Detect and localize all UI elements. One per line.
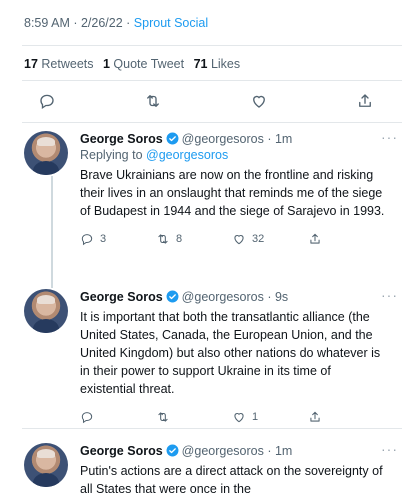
more-options-icon[interactable]: ··· bbox=[381, 129, 398, 145]
thread-connector-line bbox=[51, 176, 53, 288]
like-button[interactable]: 32 bbox=[232, 232, 308, 246]
tweet-text: It is important that both the transatlan… bbox=[80, 310, 381, 396]
divider bbox=[22, 122, 402, 123]
author-name[interactable]: George Soros bbox=[80, 132, 163, 146]
tweet-timestamp: 8:59 AM · 2/26/22 · bbox=[24, 16, 134, 30]
retweet-button[interactable] bbox=[156, 410, 232, 424]
share-icon bbox=[310, 411, 320, 422]
avatar[interactable] bbox=[24, 131, 68, 175]
retweet-count: 8 bbox=[176, 233, 183, 245]
share-icon bbox=[310, 233, 320, 244]
main-tweet-action-bar bbox=[34, 86, 378, 116]
verified-badge-icon bbox=[166, 290, 179, 303]
tweet-action-bar: 1 bbox=[80, 406, 402, 428]
reply-count: 3 bbox=[100, 233, 107, 245]
retweet-button[interactable]: 8 bbox=[156, 232, 232, 246]
avatar[interactable] bbox=[24, 289, 68, 333]
retweet-icon[interactable] bbox=[140, 88, 166, 114]
like-icon bbox=[234, 235, 244, 245]
reply-icon[interactable] bbox=[34, 88, 60, 114]
like-count: 1 bbox=[252, 411, 259, 423]
like-count: 32 bbox=[252, 233, 265, 245]
author-name[interactable]: George Soros bbox=[80, 290, 163, 304]
author-handle[interactable]: @georgesoros · 1m bbox=[182, 444, 293, 458]
avatar[interactable] bbox=[24, 443, 68, 487]
share-icon[interactable] bbox=[352, 88, 378, 114]
like-icon bbox=[234, 413, 244, 423]
like-icon[interactable] bbox=[246, 88, 272, 114]
divider bbox=[22, 45, 402, 46]
quote-tweets-stat[interactable]: 1 Quote Tweet bbox=[103, 57, 184, 71]
tweet-text: Putin's actions are a direct attack on t… bbox=[80, 464, 383, 496]
verified-badge-icon bbox=[166, 444, 179, 457]
retweet-icon bbox=[158, 234, 168, 244]
share-button[interactable] bbox=[308, 410, 384, 424]
more-options-icon[interactable]: ··· bbox=[381, 441, 398, 457]
tweet-timestamp-line: 8:59 AM · 2/26/22 · Sprout Social bbox=[24, 16, 208, 30]
author-name[interactable]: George Soros bbox=[80, 444, 163, 458]
likes-stat[interactable]: 71 Likes bbox=[194, 57, 241, 71]
tweet-text: Brave Ukrainians are now on the frontlin… bbox=[80, 168, 385, 218]
retweet-icon bbox=[158, 412, 168, 422]
author-handle[interactable]: @georgesoros · 1m bbox=[182, 132, 293, 146]
tweet-action-bar: 3 8 32 bbox=[80, 228, 402, 250]
share-button[interactable] bbox=[308, 232, 384, 246]
like-button[interactable]: 1 bbox=[232, 410, 308, 424]
reply-button[interactable]: 3 bbox=[80, 232, 156, 246]
mention-link[interactable]: @georgesoros bbox=[146, 148, 228, 162]
reply-icon bbox=[81, 234, 93, 246]
divider bbox=[22, 80, 402, 81]
reply-icon bbox=[81, 412, 93, 424]
verified-badge-icon bbox=[166, 132, 179, 145]
replying-to: Replying to @georgesoros bbox=[80, 148, 229, 162]
tweet-stats: 17 Retweets 1 Quote Tweet 71 Likes bbox=[24, 57, 240, 71]
reply-button[interactable] bbox=[80, 410, 156, 424]
tweet-source-link[interactable]: Sprout Social bbox=[134, 16, 208, 30]
retweets-stat[interactable]: 17 Retweets bbox=[24, 57, 94, 71]
more-options-icon[interactable]: ··· bbox=[381, 287, 398, 303]
divider bbox=[22, 428, 402, 429]
author-handle[interactable]: @georgesoros · 9s bbox=[182, 290, 289, 304]
